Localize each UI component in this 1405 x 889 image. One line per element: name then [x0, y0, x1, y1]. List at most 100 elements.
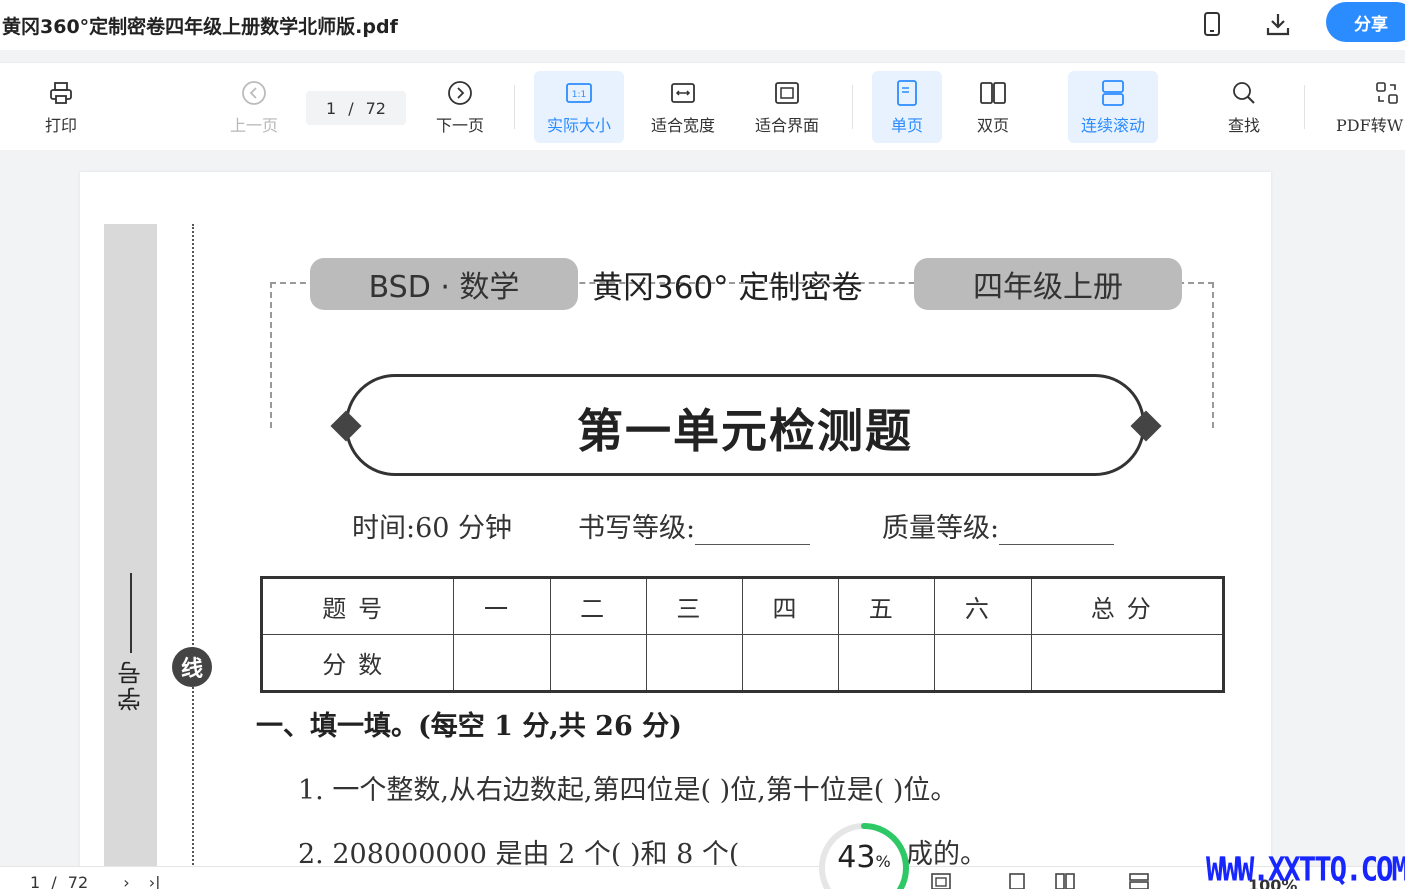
- convert-icon: [1372, 78, 1402, 108]
- double-page-icon: [978, 78, 1008, 108]
- quality-grade-label: 质量等级:: [882, 513, 1000, 544]
- prev-page-label: 上一页: [229, 116, 278, 135]
- next-page-label: 下一页: [435, 116, 484, 135]
- progress-value: 43: [837, 840, 876, 875]
- pdf-convert-button[interactable]: PDF转W: [1336, 71, 1405, 143]
- exam-title: 第一单元检测题: [577, 404, 913, 458]
- score-table-row: 分数: [260, 634, 1225, 692]
- status-bar: 1 / 72 › ›|: [0, 866, 1405, 889]
- continuous-scroll-label: 连续滚动: [1080, 116, 1145, 135]
- find-button[interactable]: 查找: [1212, 71, 1276, 143]
- progress-unit: %: [875, 852, 891, 871]
- chevron-left-circle-icon: [239, 78, 269, 108]
- phone-icon[interactable]: [1198, 10, 1226, 38]
- table-row-label: 分数: [260, 634, 455, 692]
- print-button[interactable]: 打印: [30, 71, 92, 143]
- fit-width-button[interactable]: 适合宽度: [640, 71, 726, 143]
- toolbar-divider: [514, 85, 515, 129]
- table-header-cell: 一: [453, 577, 551, 635]
- table-header-cell: 六: [934, 577, 1032, 635]
- quality-grade-blank: [999, 515, 1115, 545]
- table-header-cell: 总分: [1030, 577, 1225, 635]
- status-page-separator: /: [51, 873, 57, 889]
- prev-page-button[interactable]: 上一页: [222, 71, 286, 143]
- watermark: WWW.XXTTQ.COM: [1206, 849, 1405, 889]
- line-mark-badge: 线: [172, 647, 212, 687]
- continuous-scroll-icon: [1098, 78, 1128, 108]
- section-heading: 一、填一填。(每空 1 分,共 26 分): [256, 711, 682, 742]
- continuous-status-icon[interactable]: [1128, 872, 1150, 889]
- table-header-cell: 二: [549, 577, 647, 635]
- status-page-current: 1: [30, 873, 41, 889]
- continuous-scroll-button[interactable]: 连续滚动: [1068, 71, 1158, 143]
- find-label: 查找: [1227, 116, 1260, 135]
- time-limit: 时间:60 分钟: [352, 513, 513, 544]
- grade-pill: 四年级上册: [914, 258, 1182, 310]
- score-table: 题号 一 二 三 四 五 六 总分 分数: [260, 576, 1225, 693]
- writing-grade-blank: [695, 515, 811, 545]
- table-header-cell: 题号: [260, 577, 455, 635]
- subject-pill: BSD · 数学: [310, 258, 578, 310]
- table-cell: [549, 634, 647, 692]
- double-page-button[interactable]: 双页: [958, 71, 1028, 143]
- table-cell: [838, 634, 936, 692]
- actual-size-label: 实际大小: [546, 116, 611, 135]
- chevron-right-icon[interactable]: ›: [123, 873, 129, 889]
- double-page-status-icon[interactable]: [1054, 872, 1076, 889]
- search-icon: [1229, 78, 1259, 108]
- fit-page-label: 适合界面: [754, 116, 819, 135]
- status-pager: 1 / 72 › ›|: [30, 873, 161, 889]
- svg-text:1:1: 1:1: [572, 90, 586, 100]
- fit-page-status-icon[interactable]: [930, 872, 952, 889]
- page-separator: /: [348, 98, 354, 118]
- download-icon[interactable]: [1264, 10, 1292, 38]
- toolbar-divider: [852, 85, 853, 129]
- writing-grade-label: 书写等级:: [578, 513, 696, 544]
- print-label: 打印: [44, 116, 77, 135]
- single-page-label: 单页: [890, 116, 923, 135]
- loading-progress: 43%: [818, 822, 910, 889]
- printer-icon: [46, 78, 76, 108]
- table-cell: [1030, 634, 1225, 692]
- page-total: 72: [365, 98, 386, 118]
- table-header-cell: 四: [741, 577, 840, 635]
- fit-page-button[interactable]: 适合界面: [744, 71, 830, 143]
- progress-label: 43%: [818, 840, 910, 875]
- next-page-button[interactable]: 下一页: [428, 71, 492, 143]
- double-page-label: 双页: [976, 116, 1009, 135]
- table-cell: [934, 634, 1032, 692]
- fit-width-label: 适合宽度: [650, 116, 715, 135]
- table-cell: [645, 634, 743, 692]
- score-table-header-row: 题号 一 二 三 四 五 六 总分: [260, 577, 1225, 635]
- quality-grade: 质量等级:: [882, 506, 1115, 545]
- actual-size-icon: 1:1: [564, 78, 594, 108]
- toolbar-divider: [1304, 85, 1305, 129]
- page-number-input[interactable]: 1 / 72: [306, 91, 406, 125]
- cut-line: [192, 224, 194, 889]
- pdf-convert-label: PDF转W: [1336, 116, 1404, 135]
- exam-title-banner: 第一单元检测题: [345, 374, 1145, 476]
- table-cell: [453, 634, 551, 692]
- student-id-text: 学号: [117, 659, 146, 711]
- fit-width-icon: [668, 78, 698, 108]
- fit-page-icon: [772, 78, 802, 108]
- single-page-status-icon[interactable]: [1006, 872, 1028, 889]
- document-title: 黄冈360°定制密卷四年级上册数学北师版.pdf: [2, 16, 398, 38]
- table-header-cell: 五: [838, 577, 936, 635]
- page-current: 1: [326, 98, 337, 118]
- single-page-button[interactable]: 单页: [872, 71, 942, 143]
- brand-title: 黄冈360° 定制密卷: [592, 270, 863, 306]
- table-cell: [741, 634, 840, 692]
- student-id-label: 学号: [105, 512, 157, 772]
- status-page-total: 72: [67, 873, 89, 889]
- chevron-right-circle-icon: [445, 78, 475, 108]
- actual-size-button[interactable]: 1:1 实际大小: [534, 71, 624, 143]
- table-header-cell: 三: [645, 577, 743, 635]
- single-page-icon: [892, 78, 922, 108]
- writing-grade: 书写等级:: [578, 506, 811, 545]
- share-button[interactable]: 分享: [1326, 2, 1405, 42]
- question-1: 1. 一个整数,从右边数起,第四位是( )位,第十位是( )位。: [298, 775, 958, 806]
- toolbar: 打印 上一页 1 / 72 下一页 1:1 实际大小 适合宽度 适合界面 单页 …: [0, 62, 1405, 150]
- document-page: 学号 线 BSD · 数学 黄冈360° 定制密卷 四年级上册 第一单元检测题 …: [80, 172, 1271, 889]
- last-page-icon[interactable]: ›|: [149, 873, 161, 889]
